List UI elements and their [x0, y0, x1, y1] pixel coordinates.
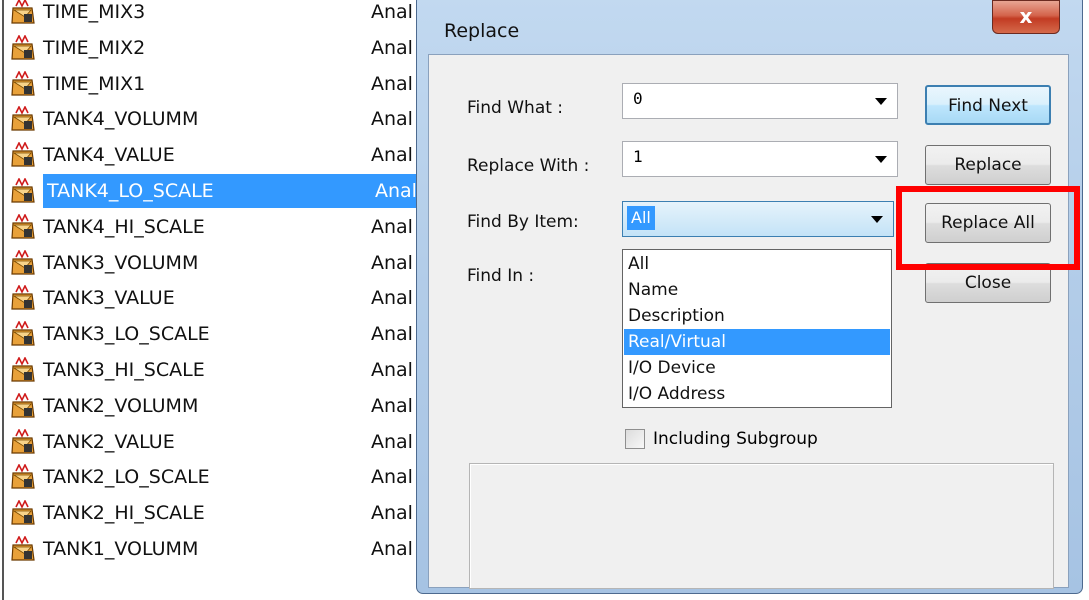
tag-name: TIME_MIX1 — [43, 72, 146, 95]
tag-type: Anal — [371, 287, 413, 310]
tag-name: TANK4_LO_SCALE — [43, 174, 375, 208]
analog-tag-icon — [11, 464, 35, 489]
find-what-label: Find What : — [467, 98, 564, 118]
replace-with-label: Replace With : — [467, 156, 590, 176]
tag-name: TIME_MIX2 — [43, 36, 146, 59]
table-row[interactable]: TANK3_LO_SCALE Anal — [10, 317, 440, 351]
dropdown-option[interactable]: I/O Device — [624, 355, 890, 381]
find-by-item-value: All — [627, 206, 655, 230]
tag-type: Anal — [371, 538, 413, 560]
table-row[interactable]: TANK3_VALUE Anal — [10, 281, 440, 315]
annotation-highlight-box — [896, 186, 1080, 270]
tag-name: TANK1_VOLUMM — [43, 538, 199, 560]
table-row[interactable]: TIME_MIX2 Anal — [10, 31, 440, 65]
dropdown-option[interactable]: Name — [624, 277, 890, 303]
dropdown-arrow-icon[interactable] — [875, 156, 887, 163]
dropdown-option[interactable]: Description — [624, 303, 890, 329]
tag-type: Anal — [371, 144, 413, 167]
table-row[interactable]: TANK4_VALUE Anal — [10, 138, 440, 172]
analog-tag-icon — [11, 357, 35, 382]
table-row[interactable]: TANK3_HI_SCALE Anal — [10, 353, 440, 387]
table-row[interactable]: TIME_MIX1 Anal — [10, 67, 440, 101]
analog-tag-icon — [11, 0, 35, 24]
tag-name: TANK3_HI_SCALE — [43, 359, 205, 381]
table-row[interactable]: TANK4_LO_SCALE Anal — [10, 174, 440, 208]
table-row[interactable]: TANK4_HI_SCALE Anal — [10, 210, 440, 244]
analog-tag-icon — [11, 34, 35, 60]
table-row[interactable]: TANK2_LO_SCALE Anal — [10, 460, 440, 494]
table-row[interactable]: TANK1_VOLUMM Anal — [10, 532, 440, 566]
analog-tag-icon — [11, 321, 35, 346]
tag-name: TANK4_HI_SCALE — [43, 215, 205, 238]
table-row[interactable]: TANK4_VOLUMM Anal — [10, 102, 440, 136]
tag-name: TANK2_VOLUMM — [43, 394, 199, 417]
tag-name: TANK2_LO_SCALE — [43, 466, 210, 489]
tag-name: TANK4_VALUE — [43, 144, 175, 167]
analog-tag-icon — [11, 142, 35, 167]
tag-type: Anal — [371, 359, 413, 381]
analog-tag-icon — [11, 500, 35, 525]
dialog-title: Replace — [444, 20, 520, 42]
tag-name: TANK4_VOLUMM — [43, 108, 199, 131]
tag-name: TANK2_HI_SCALE — [43, 502, 205, 525]
list-left-border — [2, 0, 4, 600]
tag-type: Anal — [371, 251, 413, 274]
table-row[interactable]: TANK3_VOLUMM Anal — [10, 246, 440, 280]
dropdown-arrow-icon[interactable] — [875, 98, 887, 105]
tag-name: TIME_MIX3 — [43, 1, 146, 23]
tag-type: Anal — [371, 430, 413, 453]
dropdown-arrow-icon[interactable] — [871, 216, 883, 223]
close-window-button[interactable]: x — [992, 0, 1060, 34]
table-row[interactable]: TANK2_VALUE Anal — [10, 425, 440, 459]
tag-name: TANK3_VOLUMM — [43, 251, 199, 274]
find-next-button[interactable]: Find Next — [925, 85, 1051, 125]
tag-name: TANK3_LO_SCALE — [43, 323, 210, 346]
tag-type: Anal — [371, 466, 413, 489]
tag-type: Anal — [371, 394, 413, 417]
find-in-label: Find In : — [467, 266, 535, 286]
analog-tag-icon — [11, 213, 35, 239]
dropdown-option[interactable]: All — [624, 251, 890, 277]
replace-button[interactable]: Replace — [925, 145, 1051, 185]
tag-type: Anal — [371, 72, 413, 95]
find-by-item-dropdown-list: All Name Description Real/Virtual I/O Device… — [622, 249, 892, 408]
dropdown-option[interactable]: I/O Address — [624, 381, 890, 407]
tag-type: Anal — [371, 36, 413, 59]
tag-type: Anal — [371, 215, 413, 238]
analog-tag-icon — [11, 536, 35, 561]
tag-type: Anal — [371, 323, 413, 346]
tag-type: Anal — [371, 108, 413, 131]
replace-with-combo[interactable]: 1 — [622, 141, 898, 177]
tag-type: Anal — [371, 502, 413, 525]
tag-type: Anal — [371, 1, 413, 23]
status-message-box — [469, 463, 1054, 589]
find-by-item-combo[interactable]: All — [622, 201, 894, 237]
dropdown-option[interactable]: Real/Virtual — [624, 329, 890, 355]
table-row[interactable]: TIME_MIX3 Anal — [10, 0, 440, 29]
table-row[interactable]: TANK2_VOLUMM Anal — [10, 389, 440, 423]
find-what-combo[interactable]: 0 — [622, 83, 898, 119]
analog-tag-icon — [11, 249, 35, 275]
find-by-item-label: Find By Item: — [467, 212, 579, 232]
including-subgroup-label: Including Subgroup — [653, 429, 818, 449]
including-subgroup-checkbox[interactable] — [625, 429, 645, 449]
tag-name: TANK2_VALUE — [43, 430, 175, 453]
tag-name: TANK3_VALUE — [43, 287, 175, 310]
analog-tag-icon — [11, 285, 35, 310]
analog-tag-icon — [11, 428, 35, 454]
analog-tag-icon — [11, 178, 35, 203]
table-row[interactable]: TANK2_HI_SCALE Anal — [10, 496, 440, 530]
analog-tag-icon — [11, 70, 35, 96]
analog-tag-icon — [11, 392, 35, 418]
replace-with-value: 1 — [633, 147, 643, 166]
find-what-value: 0 — [633, 89, 643, 108]
analog-tag-icon — [11, 106, 35, 131]
